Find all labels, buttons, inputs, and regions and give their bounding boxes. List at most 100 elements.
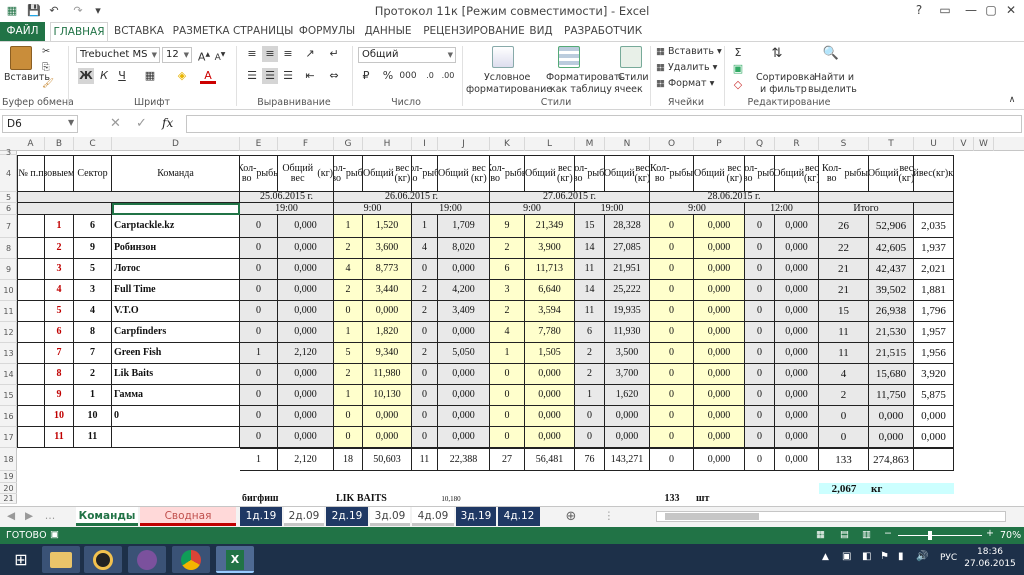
row-header[interactable]: 10 [0, 280, 17, 301]
fish-count-cell[interactable]: 0 [650, 427, 694, 448]
fish-count-cell[interactable]: 0 [745, 301, 775, 322]
total-avg-blank[interactable] [914, 448, 954, 471]
total-cell[interactable]: 27 [490, 448, 525, 471]
column-header[interactable]: B [45, 137, 74, 151]
fill-color-icon[interactable]: ◈ [174, 68, 190, 84]
weight-cell[interactable]: 42,605 [869, 238, 914, 259]
header-fish-count[interactable]: Кол-ворыбы [575, 155, 605, 192]
thousands-button[interactable]: 000 [398, 68, 418, 84]
macro-record-icon[interactable]: ▣ [50, 529, 59, 540]
row-number[interactable] [17, 215, 45, 238]
place-cell[interactable]: 10 [45, 406, 74, 427]
team-cell[interactable]: Робинзон [112, 238, 240, 259]
cancel-icon[interactable]: ✕ [110, 116, 121, 131]
row-header[interactable]: 11 [0, 301, 17, 322]
fish-count-cell[interactable]: 2 [334, 280, 363, 301]
language-indicator[interactable]: РУС [940, 553, 957, 563]
weight-cell[interactable]: 3,600 [363, 238, 412, 259]
volume-icon[interactable]: 🔊 [916, 551, 928, 562]
insert-cells-button[interactable]: ▦ Вставить ▾ [656, 46, 722, 57]
name-box[interactable]: D6 [2, 115, 78, 133]
team-cell[interactable]: 0 [112, 406, 240, 427]
date-row-blank-total[interactable] [819, 192, 954, 203]
header-fish-count[interactable]: Кол-ворыбы [650, 155, 694, 192]
date-row-blank[interactable] [17, 192, 240, 203]
weight-cell[interactable]: 0,000 [363, 301, 412, 322]
column-header[interactable]: D [112, 137, 240, 151]
fish-count-cell[interactable]: 0 [412, 364, 438, 385]
borders-icon[interactable]: ▦ [142, 68, 158, 84]
fish-count-cell[interactable]: 0 [745, 406, 775, 427]
fish-count-cell[interactable]: 21 [819, 259, 869, 280]
weight-cell[interactable]: 21,515 [869, 343, 914, 364]
team-cell[interactable] [112, 427, 240, 448]
column-header[interactable]: T [869, 137, 914, 151]
weight-cell[interactable]: 0,000 [525, 406, 575, 427]
total-cell[interactable]: 18 [334, 448, 363, 471]
shrink-font-icon[interactable]: A▼ [212, 47, 228, 63]
bold-button[interactable]: Ж [78, 68, 94, 84]
weight-cell[interactable]: 0,000 [278, 301, 334, 322]
weight-cell[interactable]: 0,000 [775, 364, 819, 385]
tab-formulas[interactable]: ФОРМУЛЫ [296, 22, 358, 41]
column-header[interactable]: C [74, 137, 112, 151]
fish-count-cell[interactable]: 0 [240, 238, 278, 259]
place-cell[interactable]: 5 [45, 301, 74, 322]
weight-cell[interactable]: 0,000 [775, 427, 819, 448]
weight-cell[interactable]: 0,000 [775, 280, 819, 301]
place-cell[interactable]: 7 [45, 343, 74, 364]
row-header[interactable]: 7 [0, 215, 17, 238]
fish-count-cell[interactable]: 2 [412, 343, 438, 364]
row-header[interactable]: 12 [0, 322, 17, 343]
row-header[interactable]: 18 [0, 448, 17, 471]
header-fish-count[interactable]: Кол-ворыбы [745, 155, 775, 192]
total-cell[interactable]: 2,120 [278, 448, 334, 471]
align-middle-icon[interactable]: ≡ [262, 46, 278, 62]
fish-count-cell[interactable]: 1 [334, 215, 363, 238]
weight-cell[interactable]: 1,505 [525, 343, 575, 364]
bigfish-team[interactable]: LIK BAITS [334, 494, 412, 504]
find-line2[interactable]: выделить [808, 84, 857, 95]
fish-count-cell[interactable]: 22 [819, 238, 869, 259]
more-sheets-icon[interactable]: … [40, 507, 60, 526]
fish-count-cell[interactable]: 2 [412, 280, 438, 301]
fish-total-unit[interactable]: шт [694, 494, 745, 504]
weight-cell[interactable]: 1,520 [363, 215, 412, 238]
weight-cell[interactable]: 15,680 [869, 364, 914, 385]
weight-cell[interactable]: 3,594 [525, 301, 575, 322]
weight-cell[interactable]: 0,000 [278, 238, 334, 259]
align-bottom-icon[interactable]: ≡ [280, 46, 296, 62]
weight-cell[interactable]: 0,000 [694, 406, 745, 427]
weight-cell[interactable]: 2,120 [278, 343, 334, 364]
scrollbar-thumb[interactable] [665, 513, 759, 520]
weight-cell[interactable]: 5,050 [438, 343, 490, 364]
weight-cell[interactable]: 0,000 [278, 322, 334, 343]
weight-cell[interactable]: 0,000 [278, 406, 334, 427]
sector-cell[interactable]: 8 [74, 322, 112, 343]
zoom-level[interactable]: 70% [1000, 530, 1021, 541]
sector-cell[interactable]: 6 [74, 215, 112, 238]
fish-count-cell[interactable]: 15 [575, 215, 605, 238]
weight-cell[interactable]: 11,750 [869, 385, 914, 406]
fish-count-cell[interactable]: 14 [575, 280, 605, 301]
row-number[interactable] [17, 301, 45, 322]
weight-cell[interactable]: 0,000 [694, 385, 745, 406]
weight-cell[interactable]: 0,000 [775, 238, 819, 259]
indent-icon[interactable]: ⇤ [302, 68, 318, 84]
fish-count-cell[interactable]: 2 [490, 301, 525, 322]
tab-home[interactable]: ГЛАВНАЯ [50, 22, 108, 42]
sector-cell[interactable]: 5 [74, 259, 112, 280]
fish-count-cell[interactable]: 6 [575, 322, 605, 343]
total-cell[interactable]: 133 [819, 448, 869, 471]
total-cell[interactable]: 50,603 [363, 448, 412, 471]
bigfish-weight[interactable]: 10,180 [412, 494, 490, 504]
sheet-tab[interactable]: Сводная Таблица [140, 507, 236, 541]
place-cell[interactable]: 1 [45, 215, 74, 238]
fish-count-cell[interactable]: 11 [819, 343, 869, 364]
fish-count-cell[interactable]: 2 [819, 385, 869, 406]
weight-cell[interactable]: 0,000 [278, 427, 334, 448]
row-header[interactable]: 16 [0, 406, 17, 427]
fish-count-cell[interactable]: 0 [334, 406, 363, 427]
total-cell[interactable]: 143,271 [605, 448, 650, 471]
row-header[interactable]: 9 [0, 259, 17, 280]
